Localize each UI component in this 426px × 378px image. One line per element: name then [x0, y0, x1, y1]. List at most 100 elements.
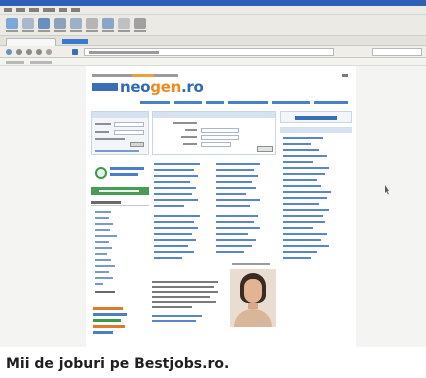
- nav-link[interactable]: [314, 101, 348, 104]
- city-select[interactable]: [201, 135, 239, 140]
- company-link[interactable]: [283, 227, 313, 229]
- company-link[interactable]: [283, 149, 319, 151]
- company-link[interactable]: [283, 143, 311, 145]
- job-link[interactable]: [154, 175, 198, 177]
- job-link[interactable]: [216, 227, 260, 229]
- nav-link[interactable]: [140, 101, 170, 104]
- job-link[interactable]: [154, 233, 192, 235]
- bookmark-item[interactable]: [30, 61, 52, 64]
- domain-select[interactable]: [201, 128, 239, 133]
- company-link[interactable]: [283, 251, 317, 253]
- username-field[interactable]: [114, 122, 144, 127]
- job-link[interactable]: [216, 181, 252, 183]
- category-link[interactable]: [95, 271, 109, 273]
- company-link[interactable]: [283, 233, 327, 235]
- job-link[interactable]: [154, 193, 192, 195]
- menu-item[interactable]: [4, 8, 12, 12]
- job-link[interactable]: [154, 163, 200, 165]
- home-icon[interactable]: [36, 49, 42, 55]
- toolbar-button[interactable]: [118, 18, 130, 29]
- category-link[interactable]: [95, 291, 115, 293]
- nav-link[interactable]: [228, 101, 268, 104]
- company-link[interactable]: [283, 185, 321, 187]
- company-link[interactable]: [283, 209, 329, 211]
- job-link[interactable]: [154, 169, 194, 171]
- toolbar-button[interactable]: [102, 18, 114, 29]
- bookmark-item[interactable]: [6, 61, 24, 64]
- toolbar-button[interactable]: [86, 18, 98, 29]
- home-button[interactable]: [54, 18, 66, 29]
- job-link[interactable]: [154, 221, 194, 223]
- forgot-password-link[interactable]: [95, 150, 139, 152]
- job-link[interactable]: [216, 221, 254, 223]
- search-button[interactable]: [257, 146, 273, 152]
- browser-forward-icon[interactable]: [16, 49, 22, 55]
- job-link[interactable]: [216, 169, 254, 171]
- company-link[interactable]: [283, 257, 311, 259]
- company-link[interactable]: [283, 179, 317, 181]
- job-link[interactable]: [154, 251, 194, 253]
- category-link[interactable]: [95, 283, 103, 285]
- company-link[interactable]: [283, 239, 321, 241]
- category-link[interactable]: [95, 229, 110, 231]
- toolbar-button[interactable]: [70, 18, 82, 29]
- menu-item[interactable]: [59, 8, 67, 12]
- nav-link[interactable]: [174, 101, 202, 104]
- back-button[interactable]: [6, 18, 18, 29]
- menu-item[interactable]: [29, 8, 39, 12]
- stop-icon[interactable]: [46, 49, 52, 55]
- job-link[interactable]: [216, 233, 248, 235]
- job-link[interactable]: [154, 205, 184, 207]
- job-link[interactable]: [216, 251, 244, 253]
- company-link[interactable]: [283, 155, 327, 157]
- login-button[interactable]: [130, 142, 144, 147]
- job-link[interactable]: [216, 193, 246, 195]
- job-link[interactable]: [154, 187, 196, 189]
- job-link[interactable]: [154, 239, 196, 241]
- search-input[interactable]: [372, 48, 422, 56]
- job-link[interactable]: [154, 199, 198, 201]
- cta-bar[interactable]: [91, 187, 149, 195]
- company-link[interactable]: [283, 221, 325, 223]
- company-link[interactable]: [283, 245, 329, 247]
- job-link[interactable]: [154, 215, 200, 217]
- reload-button[interactable]: [38, 18, 50, 29]
- toolbar-button[interactable]: [134, 18, 146, 29]
- company-link[interactable]: [283, 197, 327, 199]
- browser-tab[interactable]: [6, 38, 56, 46]
- category-link[interactable]: [95, 217, 109, 219]
- job-link[interactable]: [154, 181, 190, 183]
- featured-box-header[interactable]: [280, 111, 352, 123]
- reload-icon[interactable]: [26, 49, 32, 55]
- job-link[interactable]: [154, 227, 198, 229]
- nav-link[interactable]: [272, 101, 310, 104]
- job-link[interactable]: [216, 245, 252, 247]
- company-link[interactable]: [283, 161, 313, 163]
- category-link[interactable]: [95, 259, 111, 261]
- job-link[interactable]: [216, 187, 256, 189]
- job-link[interactable]: [216, 175, 258, 177]
- job-link[interactable]: [216, 163, 260, 165]
- forward-button[interactable]: [22, 18, 34, 29]
- type-select[interactable]: [201, 142, 231, 147]
- category-link[interactable]: [95, 277, 113, 279]
- company-link[interactable]: [283, 191, 331, 193]
- category-link[interactable]: [95, 247, 112, 249]
- job-link[interactable]: [216, 239, 256, 241]
- menu-item[interactable]: [71, 8, 80, 12]
- category-link[interactable]: [95, 265, 115, 267]
- company-link[interactable]: [283, 167, 329, 169]
- promo-block[interactable]: [93, 307, 133, 337]
- browser-back-icon[interactable]: [6, 49, 12, 55]
- nav-link[interactable]: [206, 101, 224, 104]
- company-link[interactable]: [283, 203, 319, 205]
- category-link[interactable]: [95, 211, 111, 213]
- job-link[interactable]: [216, 215, 258, 217]
- menu-item[interactable]: [43, 8, 55, 12]
- category-link[interactable]: [95, 235, 117, 237]
- company-link[interactable]: [283, 173, 325, 175]
- category-link[interactable]: [95, 253, 107, 255]
- category-link[interactable]: [95, 223, 113, 225]
- add-cv-badge[interactable]: [95, 165, 147, 183]
- password-field[interactable]: [114, 130, 144, 135]
